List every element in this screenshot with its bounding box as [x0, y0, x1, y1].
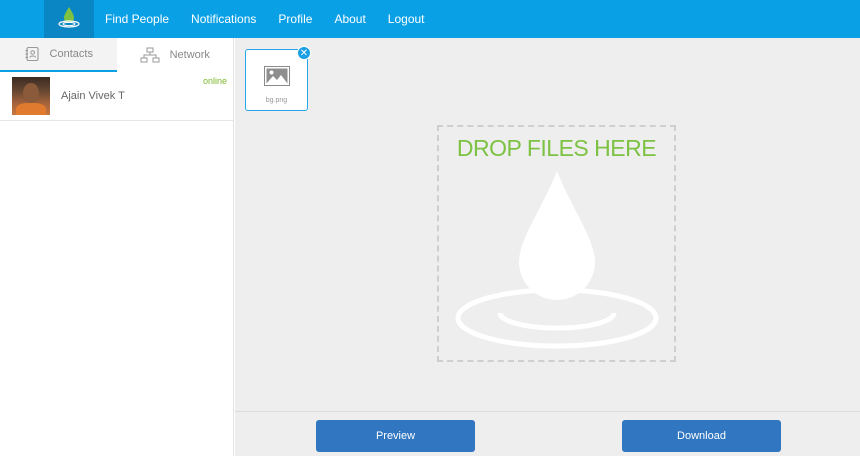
upload-area: bg.png ✕ DROP FILES HERE — [235, 38, 860, 411]
drop-files-text: DROP FILES HERE — [456, 135, 657, 161]
nav-profile[interactable]: Profile — [267, 0, 323, 38]
avatar — [12, 77, 50, 115]
file-name: bg.png — [265, 97, 288, 104]
preview-button[interactable]: Preview — [316, 420, 475, 452]
action-bar: Preview Download — [235, 411, 860, 456]
droplet-logo-icon — [56, 4, 82, 35]
sidebar-tabs: Contacts Network — [0, 38, 233, 72]
nav-notifications[interactable]: Notifications — [180, 0, 267, 38]
nav-find-people[interactable]: Find People — [94, 0, 180, 38]
file-thumbnail[interactable]: bg.png ✕ — [245, 46, 311, 111]
contacts-book-icon — [24, 46, 40, 62]
nav-logout[interactable]: Logout — [377, 0, 436, 38]
drop-zone[interactable]: DROP FILES HERE — [437, 125, 676, 362]
network-icon — [140, 47, 160, 63]
tab-contacts-label: Contacts — [49, 48, 93, 60]
nav-about[interactable]: About — [323, 0, 376, 38]
sidebar: Contacts Network Ajain Vivek T online — [0, 38, 234, 456]
main-nav: Find People Notifications Profile About … — [94, 0, 436, 38]
top-navbar: Find People Notifications Profile About … — [0, 0, 860, 38]
droplet-ripple-icon — [455, 167, 660, 357]
close-icon: ✕ — [299, 48, 309, 59]
tab-network-label: Network — [169, 49, 210, 61]
contact-name: Ajain Vivek T — [61, 90, 125, 102]
status-badge: online — [202, 76, 227, 86]
remove-file-button[interactable]: ✕ — [297, 46, 311, 60]
contact-item[interactable]: Ajain Vivek T online — [0, 72, 233, 121]
download-button[interactable]: Download — [622, 420, 781, 452]
app-logo[interactable] — [44, 0, 94, 38]
tab-network[interactable]: Network — [116, 38, 233, 72]
tab-contacts[interactable]: Contacts — [0, 38, 117, 72]
image-icon — [264, 66, 290, 91]
